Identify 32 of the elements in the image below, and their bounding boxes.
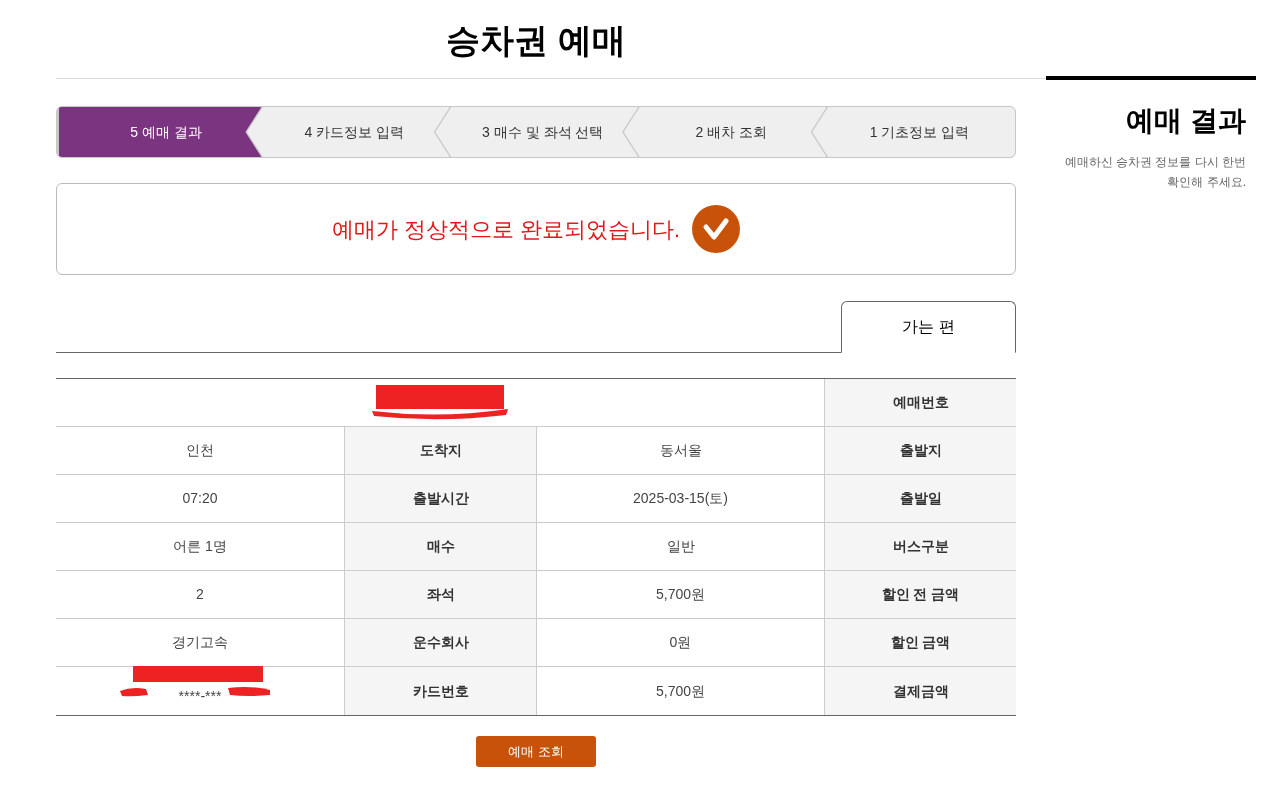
table-header-cell: 출발지	[824, 427, 1016, 474]
table-header-cell: 출발시간	[344, 475, 536, 522]
table-header-cell: 예매번호	[824, 379, 1016, 426]
reservation-lookup-button[interactable]: 예매 조회	[476, 736, 596, 767]
table-header-cell: 할인 전 금액	[824, 571, 1016, 618]
table-header-cell: 좌석	[344, 571, 536, 618]
table-header-cell: 도착지	[344, 427, 536, 474]
sidebar-description: 예매하신 승차권 정보를 다시 한번 확인해 주세요.	[1063, 154, 1247, 191]
table-cell-text: 5,700원	[655, 681, 705, 701]
table-cell-text: 07:20	[182, 489, 218, 508]
table-header-cell: 할인 금액	[824, 619, 1016, 666]
table-cell-text: 2025-03-15(토)	[633, 489, 728, 508]
sidebar-heading: 예매 결과	[1126, 104, 1247, 138]
message-text: 예매가 정상적으로 완료되었습니다.	[331, 215, 681, 244]
table-cell-text: 동서울	[659, 441, 702, 460]
table-header-cell: 카드번호	[344, 667, 536, 715]
table-cell-text: 2	[196, 585, 204, 604]
tab[interactable]: 가는 편	[841, 301, 1016, 353]
table-header-cell: 버스구분	[824, 523, 1016, 570]
table-cell-text: 5,700원	[655, 585, 705, 604]
table-cell-text: 일반	[666, 537, 695, 556]
check-icon	[692, 205, 741, 253]
table-cell-text: 어른 1명	[173, 537, 227, 556]
table-header-cell: 결제금액	[824, 667, 1016, 715]
table-header-cell: 매수	[344, 523, 536, 570]
table-cell-text: 경기고속	[172, 633, 228, 652]
table-cell-text: 인천	[186, 441, 214, 460]
page-title: 승차권 예매	[446, 20, 626, 61]
table-cell-text: ****-***	[178, 686, 222, 706]
table-header-cell: 운수회사	[344, 619, 536, 666]
table-cell-text: 0원	[669, 633, 692, 652]
table-header-cell: 출발일	[824, 475, 1016, 522]
